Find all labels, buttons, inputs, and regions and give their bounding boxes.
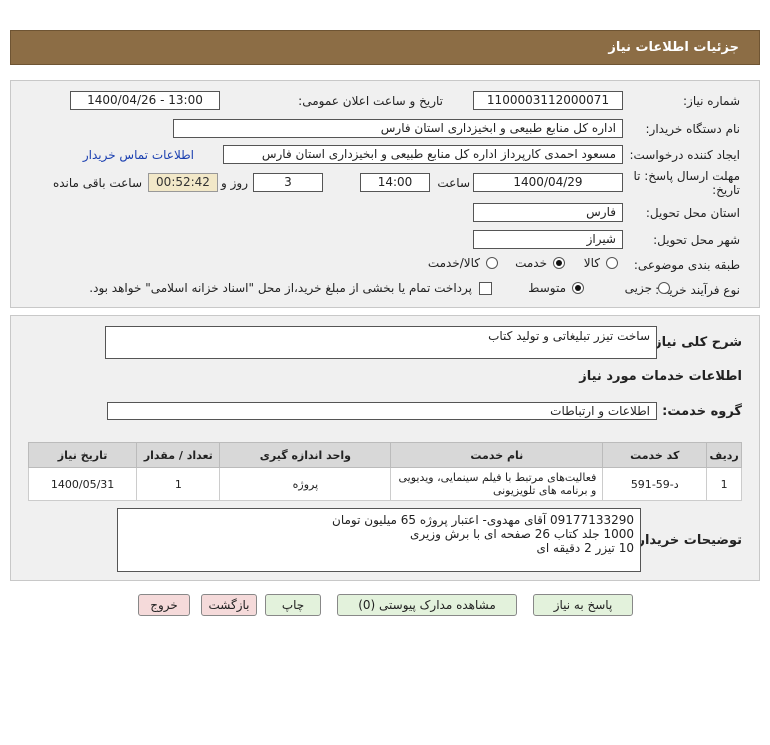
announce-label: تاریخ و ساعت اعلان عمومی:: [298, 94, 443, 108]
print-button[interactable]: چاپ: [265, 594, 321, 616]
category-radio-service[interactable]: [553, 257, 565, 269]
need-info-panel: [10, 80, 760, 308]
treasury-payment-note: پرداخت تمام یا بخشی از مبلغ خرید،از محل …: [89, 281, 472, 295]
page-title: جزئیات اطلاعات نیاز: [608, 40, 739, 55]
cell-unit: پروژه: [219, 467, 392, 501]
deadline-time-field: 14:00: [360, 173, 430, 192]
cell-row: 1: [706, 467, 742, 501]
attachments-button[interactable]: مشاهده مدارک پیوستی (0): [337, 594, 517, 616]
announce-field: 1400/04/26 - 13:00: [70, 91, 220, 110]
page-header: جزئیات اطلاعات نیاز: [10, 30, 760, 65]
summary-field: ساخت تیزر تبلیغاتی و تولید کتاب: [105, 326, 657, 359]
purchase-option-minor: جزیی: [624, 281, 652, 295]
cell-qty: 1: [136, 467, 221, 501]
buyer-notes-field: 09177133290 آقای مهدوی- اعتبار پروژه 65 …: [117, 508, 641, 572]
requester-label: ایجاد کننده درخواست:: [629, 148, 740, 162]
summary-label: شرح کلی نیاز:: [648, 335, 742, 350]
purchase-option-medium: متوسط: [528, 281, 566, 295]
need-number-field: 1100003112000071: [473, 91, 623, 110]
table-row: 1 د-59-591 فعالیت‌های مرتبط با فیلم سینم…: [27, 467, 742, 501]
buyer-notes-line-3: 10 تیزر 2 دقیقه ای: [536, 541, 635, 555]
cell-name: فعالیت‌های مرتبط با فیلم سینمایی، ویدیوی…: [390, 467, 604, 501]
purchase-radio-medium[interactable]: [572, 282, 584, 294]
col-name: نام خدمت: [390, 442, 604, 468]
deadline-label-date: تاریخ:: [712, 183, 740, 197]
deadline-time-label: ساعت: [437, 176, 470, 190]
need-number-label: شماره نیاز:: [683, 94, 740, 108]
city-label: شهر محل تحویل:: [653, 233, 740, 247]
respond-button[interactable]: پاسخ به نیاز: [533, 594, 633, 616]
province-field: فارس: [473, 203, 623, 222]
city-field: شیراز: [473, 230, 623, 249]
service-group-field: اطلاعات و ارتباطات: [107, 402, 657, 420]
deadline-date-field: 1400/04/29: [473, 173, 623, 192]
buyer-contact-link[interactable]: اطلاعات تماس خریدار: [83, 148, 194, 162]
category-radio-goods-service[interactable]: [486, 257, 498, 269]
col-row: ردیف: [706, 442, 742, 468]
col-qty: تعداد / مقدار: [136, 442, 221, 468]
category-option-service: خدمت: [515, 256, 547, 270]
days-label: روز و: [221, 176, 248, 190]
remaining-label: ساعت باقی مانده: [52, 176, 142, 190]
category-radio-goods[interactable]: [606, 257, 618, 269]
cell-code: د-59-591: [602, 467, 708, 501]
col-date: تاریخ نیاز: [27, 442, 138, 468]
category-option-goods: کالا: [583, 256, 600, 270]
buyer-notes-line-2: 1000 جلد کتاب 26 صفحه ای با برش وزیری: [409, 527, 634, 541]
services-section-title: اطلاعات خدمات مورد نیاز: [579, 369, 742, 384]
purchase-radio-minor[interactable]: [658, 282, 670, 294]
province-label: استان محل تحویل:: [645, 206, 740, 220]
category-option-goods-service: کالا/خدمت: [427, 256, 480, 270]
services-table: ردیف کد خدمت نام خدمت واحد اندازه گیری ت…: [27, 442, 742, 501]
remaining-days-field: 3: [253, 173, 323, 192]
col-code: کد خدمت: [602, 442, 708, 468]
category-label: طبقه بندی موضوعی:: [633, 258, 740, 272]
buyer-notes-line-1: 09177133290 آقای مهدوی- اعتبار پروژه 65 …: [332, 513, 634, 527]
buyer-field: اداره کل منابع طبیعی و ابخیزداری استان ف…: [173, 119, 623, 138]
requester-field: مسعود احمدی کارپرداز اداره کل منابع طبیع…: [223, 145, 623, 164]
services-table-header: ردیف کد خدمت نام خدمت واحد اندازه گیری ت…: [27, 442, 742, 468]
treasury-payment-checkbox[interactable]: [479, 282, 492, 295]
service-group-label: گروه خدمت:: [662, 404, 742, 419]
col-unit: واحد اندازه گیری: [219, 442, 392, 468]
cell-date: 1400/05/31: [27, 467, 138, 501]
buyer-label: نام دستگاه خریدار:: [645, 122, 741, 136]
buyer-notes-label: توضیحات خریدار:: [632, 533, 742, 548]
remaining-time-field: 00:52:42: [148, 173, 218, 192]
deadline-label: مهلت ارسال پاسخ: تا: [633, 169, 740, 183]
exit-button[interactable]: خروج: [138, 594, 190, 616]
back-button[interactable]: بازگشت: [201, 594, 257, 616]
